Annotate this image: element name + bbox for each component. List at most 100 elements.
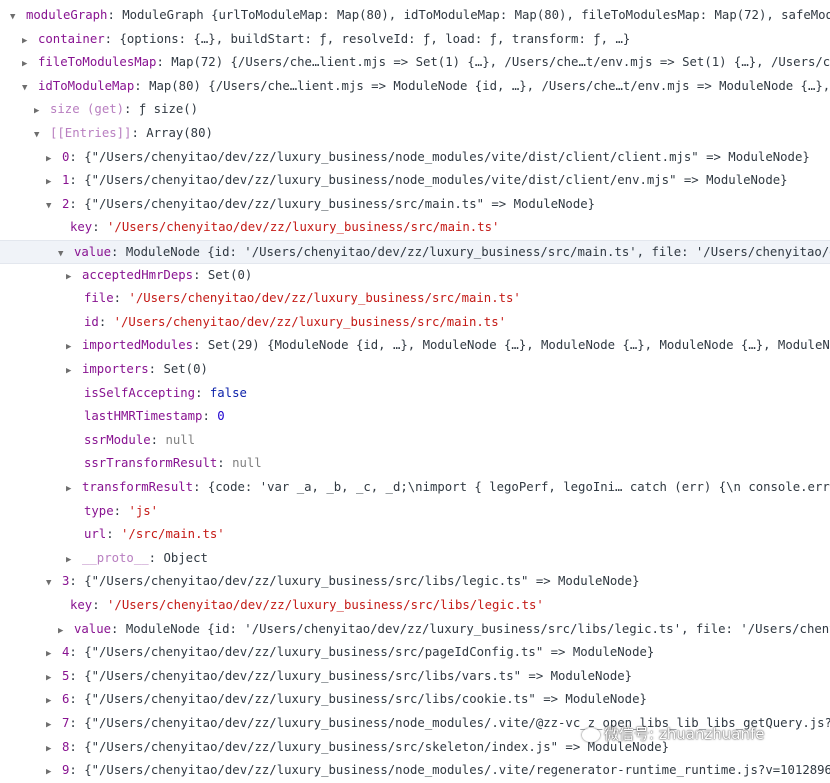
tree-row[interactable]: ▼ value: ModuleNode {id: '/Users/chenyita… bbox=[0, 240, 830, 264]
property-value: '/Users/chenyitao/dev/zz/luxury_business… bbox=[113, 314, 507, 329]
property-key: moduleGraph bbox=[26, 8, 108, 22]
property-key: value bbox=[74, 245, 112, 259]
tree-row[interactable]: ▶ transformResult: {code: 'var _a, _b, _c… bbox=[0, 476, 830, 500]
property-key: ssrTransformResult bbox=[84, 456, 218, 471]
tree-row[interactable]: ▶ 0: {"/Users/chenyitao/dev/zz/luxury_bus… bbox=[0, 146, 830, 170]
property-value: 'js' bbox=[128, 503, 159, 518]
property-value: Map(72) {/Users/che…lient.mjs => Set(1) … bbox=[171, 55, 830, 70]
property-key: transformResult bbox=[82, 480, 194, 494]
tree-row[interactable]: ▼ 3: {"/Users/chenyitao/dev/zz/luxury_bus… bbox=[0, 570, 830, 594]
tree-row[interactable]: ▶ 4: {"/Users/chenyitao/dev/zz/luxury_bus… bbox=[0, 641, 830, 665]
property-separator: : bbox=[69, 173, 85, 188]
tree-row[interactable]: ▼ moduleGraph: ModuleGraph {urlToModuleMa… bbox=[0, 4, 830, 28]
property-key: acceptedHmrDeps bbox=[82, 267, 194, 282]
property-separator: : bbox=[148, 550, 164, 565]
property-value: Set(29) {ModuleNode {id, …}, ModuleNode … bbox=[207, 338, 830, 353]
property-separator: : bbox=[69, 692, 85, 707]
chevron-right-icon[interactable]: ▶ bbox=[66, 336, 76, 358]
property-separator: : bbox=[113, 291, 129, 306]
property-separator: : bbox=[104, 31, 120, 46]
property-separator: : bbox=[131, 126, 147, 140]
property-separator: : bbox=[124, 102, 139, 117]
chevron-right-icon[interactable]: ▶ bbox=[46, 643, 56, 665]
chevron-right-icon[interactable]: ▶ bbox=[46, 714, 56, 736]
property-key: importedModules bbox=[82, 338, 194, 353]
property-value: '/src/main.ts' bbox=[121, 527, 225, 542]
property-key: value bbox=[74, 621, 112, 636]
chevron-down-icon[interactable]: ▼ bbox=[10, 6, 20, 28]
property-value: Object bbox=[163, 550, 208, 565]
wechat-icon bbox=[582, 727, 600, 742]
chevron-right-icon[interactable]: ▶ bbox=[66, 478, 76, 500]
property-key: lastHMRTimestamp bbox=[84, 409, 203, 424]
property-key: isSelfAccepting bbox=[84, 385, 196, 400]
tree-row[interactable]: ▶ importers: Set(0) bbox=[0, 358, 830, 382]
property-key: ssrModule bbox=[84, 432, 151, 447]
property-separator: : bbox=[134, 78, 150, 93]
property-separator: : bbox=[195, 385, 210, 400]
chevron-right-icon[interactable]: ▶ bbox=[58, 620, 68, 642]
chevron-right-icon[interactable]: ▶ bbox=[66, 266, 76, 288]
property-value: {"/Users/chenyitao/dev/zz/luxury_busines… bbox=[84, 173, 788, 188]
tree-row: lastHMRTimestamp: 0 bbox=[0, 405, 830, 429]
chevron-right-icon[interactable]: ▶ bbox=[66, 360, 76, 382]
chevron-right-icon[interactable]: ▶ bbox=[46, 690, 56, 712]
property-separator: : bbox=[106, 527, 122, 542]
tree-row[interactable]: ▶ size (get): ƒ size() bbox=[0, 98, 830, 122]
tree-row[interactable]: ▶ 1: {"/Users/chenyitao/dev/zz/luxury_bus… bbox=[0, 169, 830, 193]
property-separator: : bbox=[69, 763, 85, 778]
property-separator: : bbox=[202, 409, 218, 424]
chevron-right-icon[interactable]: ▶ bbox=[34, 100, 44, 122]
property-separator: : bbox=[69, 668, 85, 683]
chevron-right-icon[interactable]: ▶ bbox=[22, 53, 32, 75]
property-separator: : bbox=[92, 598, 108, 612]
watermark-text: 微信号: zhuanzhuanfe bbox=[604, 725, 765, 743]
chevron-right-icon[interactable]: ▶ bbox=[46, 148, 56, 170]
property-separator: : bbox=[193, 338, 208, 353]
tree-row[interactable]: ▶ acceptedHmrDeps: Set(0) bbox=[0, 264, 830, 288]
property-value: {code: 'var _a, _b, _c, _d;\nimport { le… bbox=[207, 480, 830, 494]
tree-row[interactable]: ▶ importedModules: Set(29) {ModuleNode {i… bbox=[0, 334, 830, 358]
chevron-down-icon[interactable]: ▼ bbox=[58, 243, 68, 263]
chevron-down-icon[interactable]: ▼ bbox=[46, 195, 56, 217]
property-separator: : bbox=[69, 716, 85, 730]
chevron-right-icon[interactable]: ▶ bbox=[66, 549, 76, 571]
tree-row[interactable]: ▶ 6: {"/Users/chenyitao/dev/zz/luxury_bus… bbox=[0, 688, 830, 712]
property-value: Map(80) {/Users/che…lient.mjs => ModuleN… bbox=[149, 78, 830, 93]
property-separator: : bbox=[69, 574, 85, 589]
chevron-right-icon[interactable]: ▶ bbox=[46, 761, 56, 783]
property-value: {"/Users/chenyitao/dev/zz/luxury_busines… bbox=[84, 149, 810, 164]
property-separator: : bbox=[150, 432, 166, 447]
tree-row[interactable]: ▼ 2: {"/Users/chenyitao/dev/zz/luxury_bus… bbox=[0, 193, 830, 217]
tree-row[interactable]: ▶ __proto__: Object bbox=[0, 547, 830, 571]
tree-row[interactable]: ▶ fileToModulesMap: Map(72) {/Users/che…l… bbox=[0, 51, 830, 75]
property-value: 0 bbox=[217, 409, 225, 424]
chevron-down-icon[interactable]: ▼ bbox=[22, 77, 32, 99]
tree-row[interactable]: ▼ [[Entries]]: Array(80) bbox=[0, 122, 830, 146]
property-separator: : bbox=[217, 456, 233, 471]
chevron-right-icon[interactable]: ▶ bbox=[46, 738, 56, 760]
property-key: importers bbox=[82, 362, 149, 376]
tree-row[interactable]: ▶ 9: {"/Users/chenyitao/dev/zz/luxury_bus… bbox=[0, 759, 830, 783]
property-key: __proto__ bbox=[82, 550, 149, 565]
tree-row: type: 'js' bbox=[0, 500, 830, 524]
tree-row[interactable]: ▶ value: ModuleNode {id: '/Users/chenyita… bbox=[0, 618, 830, 642]
tree-row[interactable]: ▼ idToModuleMap: Map(80) {/Users/che…lien… bbox=[0, 75, 830, 99]
property-value: {"/Users/chenyitao/dev/zz/luxury_busines… bbox=[84, 196, 596, 211]
chevron-right-icon[interactable]: ▶ bbox=[22, 30, 32, 52]
chevron-down-icon[interactable]: ▼ bbox=[34, 124, 44, 146]
property-value: ModuleNode {id: '/Users/chenyitao/dev/zz… bbox=[125, 621, 830, 636]
property-value: ModuleGraph {urlToModuleMap: Map(80), id… bbox=[122, 8, 830, 22]
property-separator: : bbox=[69, 645, 85, 660]
tree-row[interactable]: ▶ 5: {"/Users/chenyitao/dev/zz/luxury_bus… bbox=[0, 665, 830, 689]
chevron-right-icon[interactable]: ▶ bbox=[46, 171, 56, 193]
tree-row[interactable]: ▶ container: {options: {…}, buildStart: ƒ… bbox=[0, 28, 830, 52]
tree-row: key: '/Users/chenyitao/dev/zz/luxury_bus… bbox=[0, 216, 830, 240]
chevron-down-icon[interactable]: ▼ bbox=[46, 572, 56, 594]
tree-row: url: '/src/main.ts' bbox=[0, 523, 830, 547]
property-key: key bbox=[70, 220, 93, 235]
property-key: idToModuleMap bbox=[38, 78, 135, 93]
watermark: 微信号: zhuanzhuanfe bbox=[582, 722, 765, 746]
chevron-right-icon[interactable]: ▶ bbox=[46, 667, 56, 689]
property-key: fileToModulesMap bbox=[38, 55, 157, 70]
